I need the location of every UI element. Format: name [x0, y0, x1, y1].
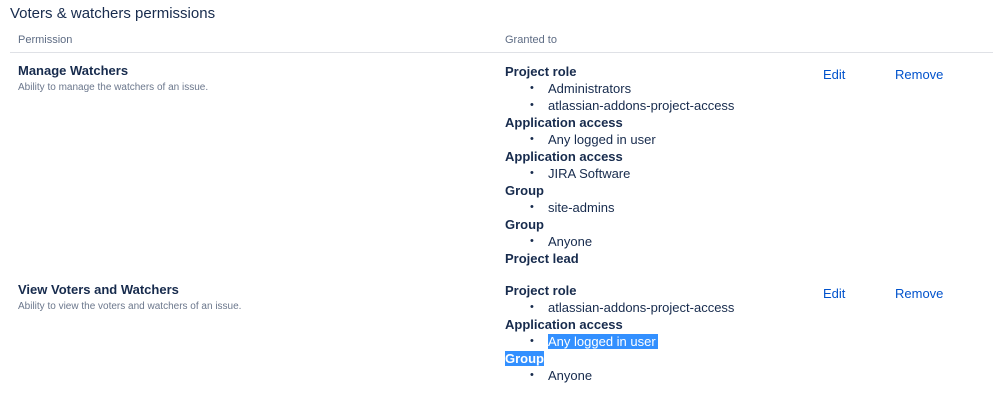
grant-type: Group — [505, 183, 544, 198]
header-permission: Permission — [18, 34, 73, 46]
selected-text: Any logged in user — [548, 334, 658, 349]
remove-link[interactable]: Remove — [895, 286, 943, 301]
grant-type: Application access — [505, 115, 623, 130]
grant-type: Project role — [505, 64, 577, 79]
permission-name: View Voters and Watchers — [18, 282, 179, 297]
grant-item: JIRA Software — [505, 165, 805, 182]
permission-description: Ability to manage the watchers of an iss… — [18, 82, 209, 93]
grant-type: Project role — [505, 283, 577, 298]
remove-link[interactable]: Remove — [895, 67, 943, 82]
grant-item: Anyone — [505, 367, 805, 384]
grant-type: Application access — [505, 149, 623, 164]
grant-item: site-admins — [505, 199, 805, 216]
section-title: Voters & watchers permissions — [10, 5, 216, 22]
selected-text: Group — [505, 351, 544, 366]
permission-name: Manage Watchers — [18, 63, 129, 78]
granted-to-list: Project role atlassian-addons-project-ac… — [505, 282, 805, 384]
grant-type: Project lead — [505, 251, 579, 266]
grant-item: Anyone — [505, 233, 805, 250]
grant-item: Administrators — [505, 80, 805, 97]
edit-link[interactable]: Edit — [823, 67, 845, 82]
grant-item: Any logged in user — [505, 131, 805, 148]
grant-type: Group — [505, 350, 805, 367]
table-header: Permission Granted to — [10, 30, 993, 53]
edit-link[interactable]: Edit — [823, 286, 845, 301]
permission-description: Ability to view the voters and watchers … — [18, 301, 242, 312]
grant-type: Application access — [505, 317, 623, 332]
header-granted-to: Granted to — [505, 34, 557, 46]
grant-type: Group — [505, 217, 544, 232]
grant-item: atlassian-addons-project-access — [505, 97, 805, 114]
granted-to-list: Project role Administrators atlassian-ad… — [505, 63, 805, 267]
grant-item: atlassian-addons-project-access — [505, 299, 805, 316]
grant-item: Any logged in user — [505, 333, 805, 350]
